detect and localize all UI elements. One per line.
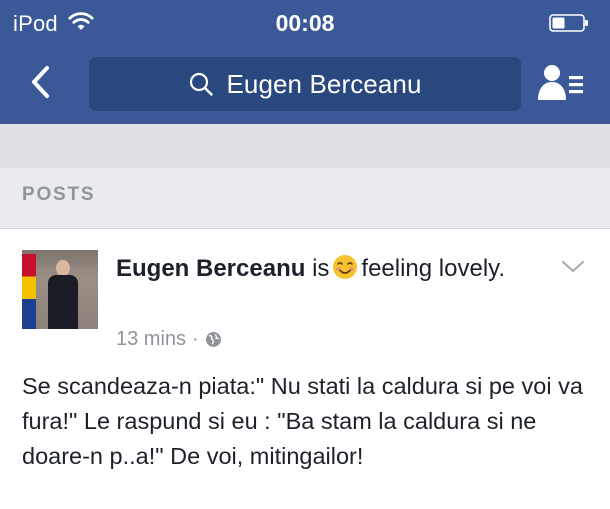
post-card: Eugen Berceanu is feeling lovely. 13 min… (0, 228, 610, 509)
friend-list-icon[interactable] (537, 62, 587, 104)
top-bar: iPod 00:08 Eugen Berceanu (0, 0, 610, 124)
navigation-bar: Eugen Berceanu (0, 52, 610, 114)
chevron-down-icon[interactable] (561, 260, 585, 274)
post-header: Eugen Berceanu is feeling lovely. (116, 253, 546, 284)
search-field[interactable]: Eugen Berceanu (89, 57, 521, 111)
avatar[interactable] (22, 250, 98, 329)
post-meta: 13 mins · (116, 328, 222, 351)
chevron-left-icon (32, 66, 49, 98)
feeling-text: feeling lovely. (361, 255, 506, 282)
battery-icon (549, 14, 588, 32)
post-body-text: Se scandeaza-n piata:" Nu stati la caldu… (22, 373, 583, 469)
meta-separator: · (192, 328, 199, 350)
search-icon (190, 72, 214, 96)
status-bar: iPod 00:08 (0, 0, 610, 46)
status-verb: is (312, 255, 330, 282)
posts-section-label: POSTS (22, 184, 96, 205)
back-button[interactable] (20, 60, 60, 104)
flag-graphic (22, 254, 36, 329)
section-header: POSTS (0, 124, 610, 228)
smiling-face-icon (333, 255, 358, 279)
globe-icon (205, 332, 221, 347)
person-graphic (48, 260, 78, 329)
search-query: Eugen Berceanu (226, 68, 422, 99)
clock: 00:08 (275, 10, 335, 36)
post-timestamp[interactable]: 13 mins (116, 328, 186, 351)
author-name-link[interactable]: Eugen Berceanu (116, 255, 305, 282)
divider (0, 124, 610, 168)
